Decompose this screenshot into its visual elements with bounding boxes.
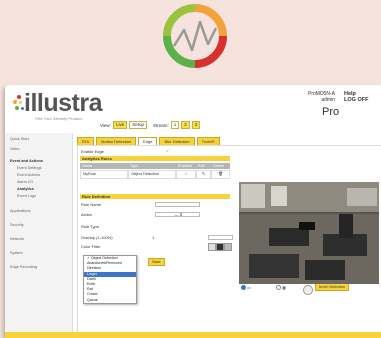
user-info: ProMD5N-A admin: [308, 91, 335, 103]
view-setup-button[interactable]: Setup: [129, 121, 147, 129]
sidebar: Quick Start Video Event and Actions Even…: [5, 133, 73, 338]
grid-icon: ▦: [282, 285, 286, 290]
username: admin: [321, 97, 335, 103]
rectangle-icon: ▭: [247, 285, 251, 290]
color-swatch-light[interactable]: [208, 243, 216, 251]
sidebar-item-quick-start[interactable]: Quick Start: [10, 137, 29, 141]
sidebar-item-event-actions[interactable]: Event Actions: [17, 173, 40, 177]
action-select[interactable]: — ⇕: [155, 212, 200, 217]
enabled-check-icon[interactable]: ✓: [176, 170, 196, 179]
view-live-button[interactable]: Live: [112, 121, 128, 129]
sidebar-item-network[interactable]: Network: [10, 237, 24, 241]
rule-name-label: Rule Name: [81, 202, 102, 207]
analytics-rules-header: Analytics Rules: [80, 156, 230, 161]
col-delete: Delete: [211, 163, 230, 169]
edit-icon[interactable]: ✎: [196, 170, 211, 179]
rule-type-label: Rule Type: [81, 224, 99, 229]
app-logo-icon: [163, 4, 227, 68]
brand-tagline: Flex Your Security Product: [35, 116, 83, 121]
stream-1-button[interactable]: 1: [170, 121, 180, 129]
sidebar-item-edge-recording[interactable]: Edge Recording: [10, 265, 37, 269]
app-window: illustra Flex Your Security Product View…: [5, 85, 381, 338]
sidebar-item-video[interactable]: Video: [10, 147, 20, 151]
view-label: View:: [100, 122, 111, 128]
overlap-value: 1: [152, 235, 155, 240]
sidebar-item-applications[interactable]: Applications: [10, 209, 30, 213]
overlap-input[interactable]: [208, 235, 233, 240]
sidebar-item-event-settings[interactable]: Event Settings: [17, 166, 41, 170]
camera-preview[interactable]: [239, 182, 379, 284]
camera-scene-image: [239, 182, 379, 284]
footer-bar: [5, 332, 381, 338]
table-row-type: Object Detection: [128, 170, 176, 179]
table-row-name: MyRule: [80, 170, 128, 179]
sidebar-item-security[interactable]: Security: [10, 223, 24, 227]
overlap-label: Overlap (1-100%): [81, 235, 113, 240]
view-bar: View: Live Setup Stream: 1 2 3: [100, 121, 201, 129]
delete-icon[interactable]: 🗑: [211, 170, 230, 179]
col-edit: Edit: [196, 163, 211, 169]
stream-2-button[interactable]: 2: [181, 121, 190, 129]
sidebar-item-alarm-io[interactable]: Alarm I/O: [17, 180, 33, 184]
rule-definition-header: Rule Definition: [80, 194, 230, 199]
header-links: Help LOG OFF: [344, 91, 368, 103]
enable-edge-label: Enable Edge: [81, 149, 104, 154]
col-name: Name: [80, 163, 128, 169]
rule-name-input[interactable]: [155, 202, 200, 207]
sidebar-item-system[interactable]: System: [10, 251, 23, 255]
color-swatch-dark[interactable]: [216, 243, 224, 251]
edition-label: Pro: [322, 106, 340, 118]
brand-name: illustra: [24, 89, 102, 117]
draw-mode-radio-3[interactable]: [276, 285, 281, 291]
rule-type-dropdown: ✓ Object Detection Abandoned/Removed Dir…: [83, 255, 137, 304]
stream-3-button[interactable]: 3: [191, 121, 201, 129]
col-enabled: Enabled: [176, 163, 196, 169]
sidebar-item-event-logs[interactable]: Event Logs: [17, 194, 36, 198]
save-button[interactable]: Save: [148, 258, 165, 266]
enable-edge-checkbox[interactable]: ✓: [166, 148, 169, 153]
sidebar-item-event-and-actions[interactable]: Event and Actions: [10, 159, 43, 163]
stream-label: Stream:: [152, 122, 169, 128]
action-label: Action: [81, 212, 93, 217]
draw-style-radio-3[interactable]: [241, 285, 246, 291]
header: illustra Flex Your Security Product View…: [5, 85, 381, 133]
col-type: Type: [128, 163, 176, 169]
invert-selection-button[interactable]: Invert Selection: [315, 283, 350, 291]
snapshot-icon[interactable]: [303, 285, 313, 295]
menu-item-queue[interactable]: Queue: [84, 298, 136, 303]
color-filter-label: Color Filter: [81, 244, 101, 249]
logoff-link[interactable]: LOG OFF: [344, 97, 368, 103]
sidebar-item-analytics[interactable]: Analytics: [17, 187, 34, 191]
color-swatch-gray[interactable]: [224, 243, 232, 251]
